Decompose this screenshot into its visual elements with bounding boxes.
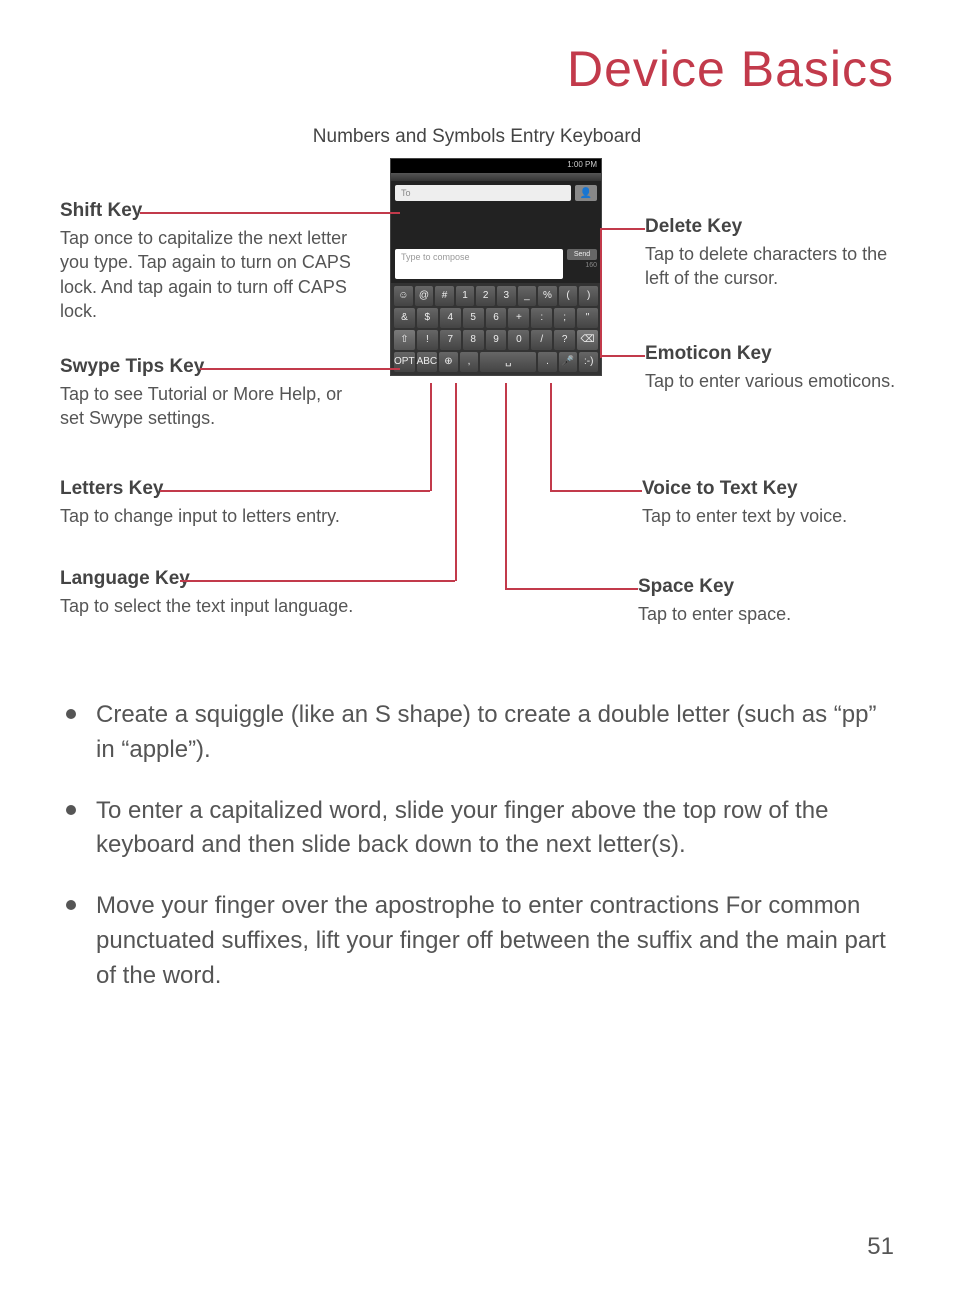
kb-row-3: ⇧ ! 7 8 9 0 / ? ⌫ — [394, 330, 598, 350]
keyboard-diagram: 1:00 PM To 👤 Type to compose Send 160 ☺ … — [60, 158, 894, 668]
key-2[interactable]: 2 — [476, 286, 495, 306]
tip-item: Create a squiggle (like an S shape) to c… — [60, 698, 894, 768]
callout-voice: Voice to Text Key Tap to enter text by v… — [642, 478, 902, 528]
callout-emoticon: Emoticon Key Tap to enter various emotic… — [645, 343, 905, 393]
callout-delete: Delete Key Tap to delete characters to t… — [645, 216, 905, 291]
key-amp[interactable]: & — [394, 308, 415, 328]
phone-screenshot: 1:00 PM To 👤 Type to compose Send 160 ☺ … — [390, 158, 602, 376]
tip-item: Move your finger over the apostrophe to … — [60, 889, 894, 993]
callout-swype-title: Swype Tips Key — [60, 356, 370, 378]
callout-delete-title: Delete Key — [645, 216, 905, 238]
callout-space-desc: Tap to enter space. — [638, 602, 898, 626]
key-language[interactable]: ⊕ — [439, 352, 458, 372]
callout-voice-title: Voice to Text Key — [642, 478, 902, 500]
char-counter: 160 — [567, 262, 597, 269]
compose-row: Type to compose Send 160 — [391, 245, 601, 283]
key-slash[interactable]: / — [531, 330, 552, 350]
key-hash[interactable]: # — [435, 286, 454, 306]
leader-voice-h — [550, 490, 642, 492]
key-smile[interactable]: ☺ — [394, 286, 413, 306]
callout-emoticon-desc: Tap to enter various emoticons. — [645, 369, 905, 393]
key-dollar[interactable]: $ — [417, 308, 438, 328]
status-bar: 1:00 PM — [391, 159, 601, 173]
key-semicolon[interactable]: ; — [554, 308, 575, 328]
key-at[interactable]: @ — [415, 286, 434, 306]
leader-shift — [140, 212, 400, 214]
key-3[interactable]: 3 — [497, 286, 516, 306]
onscreen-keyboard: ☺ @ # 1 2 3 _ % ( ) & $ 4 5 6 + — [391, 283, 601, 375]
callout-shift: Shift Key Tap once to capitalize the nex… — [60, 200, 370, 323]
key-4[interactable]: 4 — [440, 308, 461, 328]
callout-letters-desc: Tap to change input to letters entry. — [60, 504, 420, 528]
kb-row-4: OPT ABC ⊕ , ␣ . 🎤 :-) — [394, 352, 598, 372]
key-1[interactable]: 1 — [456, 286, 475, 306]
key-emoticon[interactable]: :-) — [579, 352, 598, 372]
page: Device Basics Numbers and Symbols Entry … — [0, 0, 954, 1291]
key-exclaim[interactable]: ! — [417, 330, 438, 350]
tip-item: To enter a capitalized word, slide your … — [60, 794, 894, 864]
key-underscore[interactable]: _ — [518, 286, 537, 306]
leader-letters-v — [430, 383, 432, 491]
key-plus[interactable]: + — [508, 308, 529, 328]
to-input[interactable]: To — [395, 185, 571, 201]
kb-row-1: ☺ @ # 1 2 3 _ % ( ) — [394, 286, 598, 306]
key-8[interactable]: 8 — [463, 330, 484, 350]
callout-swype-desc: Tap to see Tutorial or More Help, or set… — [60, 382, 370, 431]
key-delete[interactable]: ⌫ — [577, 330, 598, 350]
leader-delete-h — [600, 228, 645, 230]
leader-space-h — [505, 588, 638, 590]
callout-emoticon-title: Emoticon Key — [645, 343, 905, 365]
key-rparen[interactable]: ) — [579, 286, 598, 306]
callout-voice-desc: Tap to enter text by voice. — [642, 504, 902, 528]
leader-voice-v — [550, 383, 552, 491]
key-0[interactable]: 0 — [508, 330, 529, 350]
callout-shift-title: Shift Key — [60, 200, 370, 222]
to-row: To 👤 — [391, 181, 601, 205]
send-button[interactable]: Send — [567, 249, 597, 260]
kb-row-2: & $ 4 5 6 + : ; " — [394, 308, 598, 328]
leader-swype — [200, 368, 400, 370]
leader-language-h — [180, 580, 455, 582]
leader-letters-h — [160, 490, 430, 492]
page-title: Device Basics — [60, 40, 894, 98]
callout-language-desc: Tap to select the text input language. — [60, 594, 420, 618]
callout-letters-title: Letters Key — [60, 478, 420, 500]
message-body-area — [391, 205, 601, 245]
key-percent[interactable]: % — [538, 286, 557, 306]
key-comma[interactable]: , — [460, 352, 479, 372]
tips-list: Create a squiggle (like an S shape) to c… — [60, 698, 894, 994]
contact-picker-button[interactable]: 👤 — [575, 185, 597, 201]
callout-space-title: Space Key — [638, 576, 898, 598]
leader-delete-v — [600, 228, 602, 358]
diagram-caption: Numbers and Symbols Entry Keyboard — [60, 126, 894, 148]
callout-space: Space Key Tap to enter space. — [638, 576, 898, 626]
leader-space-v — [505, 383, 507, 589]
key-colon[interactable]: : — [531, 308, 552, 328]
key-question[interactable]: ? — [554, 330, 575, 350]
key-5[interactable]: 5 — [463, 308, 484, 328]
compose-input[interactable]: Type to compose — [395, 249, 563, 279]
key-space[interactable]: ␣ — [480, 352, 536, 372]
key-letters[interactable]: ABC — [417, 352, 438, 372]
leader-emoticon — [600, 355, 645, 357]
callout-shift-desc: Tap once to capitalize the next letter y… — [60, 226, 370, 323]
callout-language: Language Key Tap to select the text inpu… — [60, 568, 420, 618]
callout-delete-desc: Tap to delete characters to the left of … — [645, 242, 905, 291]
leader-language-v — [455, 383, 457, 581]
key-lparen[interactable]: ( — [559, 286, 578, 306]
key-quote[interactable]: " — [577, 308, 598, 328]
phone-header-strip — [391, 173, 601, 181]
key-voice[interactable]: 🎤 — [559, 352, 578, 372]
callout-letters: Letters Key Tap to change input to lette… — [60, 478, 420, 528]
key-6[interactable]: 6 — [486, 308, 507, 328]
key-period[interactable]: . — [538, 352, 557, 372]
callout-language-title: Language Key — [60, 568, 420, 590]
page-number: 51 — [867, 1233, 894, 1261]
key-shift[interactable]: ⇧ — [394, 330, 415, 350]
key-7[interactable]: 7 — [440, 330, 461, 350]
key-9[interactable]: 9 — [486, 330, 507, 350]
